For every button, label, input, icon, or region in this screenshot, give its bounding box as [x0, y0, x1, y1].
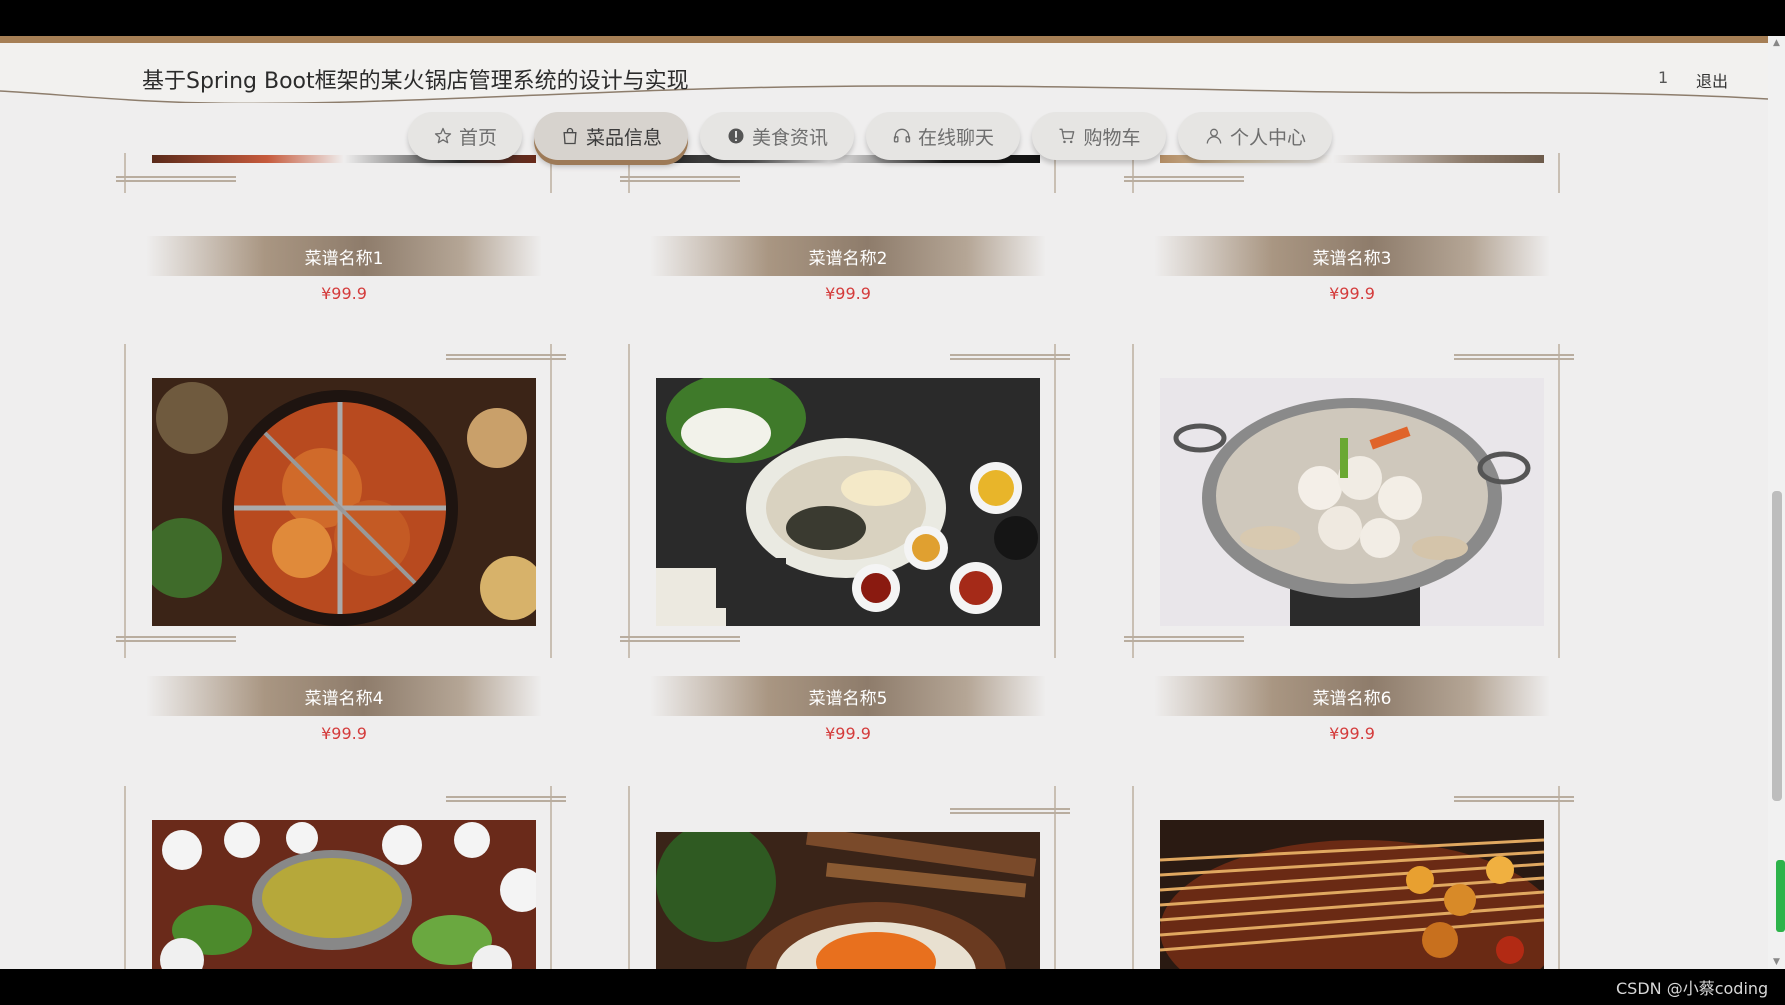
card-border-left: [628, 786, 630, 969]
dish-name[interactable]: 菜谱名称4: [146, 676, 542, 716]
side-indicator: [1776, 860, 1785, 932]
scrollbar-thumb[interactable]: [1772, 491, 1782, 801]
card-border-left: [124, 786, 126, 969]
nav-cart[interactable]: 购物车: [1032, 112, 1166, 160]
dish-name[interactable]: 菜谱名称2: [650, 236, 1046, 276]
nav-home[interactable]: 首页: [408, 112, 522, 160]
browser-viewport: 菜谱名称1 ¥99.9 菜谱名称2 ¥99.9 菜谱名称3 ¥99.9 菜谱名称…: [0, 36, 1768, 969]
card-border-right: [1558, 344, 1560, 658]
info-circle-icon: [728, 128, 744, 144]
star-icon: [434, 127, 452, 144]
card-border-right: [550, 786, 552, 969]
nav-label: 在线聊天: [917, 126, 994, 149]
card-border-right: [1558, 786, 1560, 969]
card-border-left: [124, 344, 126, 658]
dish-name[interactable]: 菜谱名称5: [650, 676, 1046, 716]
dish-price: ¥99.9: [825, 724, 871, 743]
dish-photo[interactable]: [1160, 378, 1544, 626]
card-border-right: [1054, 344, 1056, 658]
dish-price: ¥99.9: [825, 284, 871, 303]
screen-frame: 菜谱名称1 ¥99.9 菜谱名称2 ¥99.9 菜谱名称3 ¥99.9 菜谱名称…: [0, 0, 1785, 1005]
card-border-left: [1132, 786, 1134, 969]
dish-price: ¥99.9: [1329, 724, 1375, 743]
site-title: 基于Spring Boot框架的某火锅店管理系统的设计与实现: [142, 69, 689, 94]
card-border-left: [1132, 344, 1134, 658]
dish-name[interactable]: 菜谱名称1: [146, 236, 542, 276]
fishball-pot-image: [1160, 378, 1544, 626]
dish-grid: 菜谱名称1 ¥99.9 菜谱名称2 ¥99.9 菜谱名称3 ¥99.9 菜谱名称…: [0, 36, 1768, 969]
card-decoration: [620, 176, 740, 182]
scroll-up-arrow-icon[interactable]: ▲: [1771, 38, 1782, 48]
scroll-down-arrow-icon[interactable]: ▼: [1771, 957, 1782, 967]
nav-dishes[interactable]: 菜品信息: [534, 112, 688, 160]
dish-photo[interactable]: [152, 820, 536, 969]
dish-price: ¥99.9: [321, 284, 367, 303]
dish-name[interactable]: 菜谱名称6: [1154, 676, 1550, 716]
dish-price: ¥99.9: [1329, 284, 1375, 303]
dish-photo[interactable]: [656, 832, 1040, 969]
headset-icon: [893, 128, 911, 143]
dish-price: ¥99.9: [321, 724, 367, 743]
nav-label: 菜品信息: [585, 126, 662, 149]
dish-photo[interactable]: [152, 378, 536, 626]
nav-food-news[interactable]: 美食资讯: [700, 112, 854, 160]
dish-name[interactable]: 菜谱名称3: [1154, 236, 1550, 276]
nav-label: 美食资讯: [751, 126, 828, 149]
card-border-left: [124, 153, 126, 193]
card-decoration: [1124, 176, 1244, 182]
nav-label: 首页: [458, 126, 497, 149]
skewers-image: [1160, 820, 1544, 969]
card-border-right: [550, 344, 552, 658]
nav-online-chat[interactable]: 在线聊天: [866, 112, 1020, 160]
shopping-bag-icon: [563, 127, 577, 145]
card-decoration: [950, 808, 1070, 814]
hotpot-divided-image: [152, 378, 536, 626]
vertical-scrollbar[interactable]: ▲ ▼: [1768, 36, 1785, 969]
spicy-dish-image: [656, 832, 1040, 969]
logout-button[interactable]: 退出: [1696, 68, 1728, 92]
nav-personal-center[interactable]: 个人中心: [1178, 112, 1332, 160]
card-decoration: [1454, 796, 1574, 802]
card-decoration: [116, 176, 236, 182]
watermark: CSDN @小蔡coding: [1616, 979, 1769, 998]
top-accent-bar: [0, 36, 1768, 43]
site-header: 基于Spring Boot框架的某火锅店管理系统的设计与实现 1 退出: [0, 43, 1768, 103]
username-label[interactable]: 1: [1658, 68, 1668, 87]
card-border-left: [628, 344, 630, 658]
card-decoration: [620, 636, 740, 642]
nav-label: 购物车: [1083, 126, 1141, 149]
card-decoration: [446, 796, 566, 802]
card-decoration: [116, 636, 236, 642]
nav-label: 个人中心: [1229, 126, 1306, 149]
card-border-right: [1558, 153, 1560, 193]
cart-icon: [1059, 128, 1075, 144]
card-decoration: [1454, 354, 1574, 360]
card-decoration: [446, 354, 566, 360]
dish-photo[interactable]: [656, 378, 1040, 626]
hotpot-table-image: [152, 820, 536, 969]
card-decoration: [1124, 636, 1244, 642]
seafood-platter-image: [656, 378, 1040, 626]
user-icon: [1206, 128, 1222, 144]
dish-photo[interactable]: [1160, 820, 1544, 969]
main-nav: 首页 菜品信息 美食资讯 在线聊天 购物车 个人中心: [408, 112, 1332, 164]
card-decoration: [950, 354, 1070, 360]
